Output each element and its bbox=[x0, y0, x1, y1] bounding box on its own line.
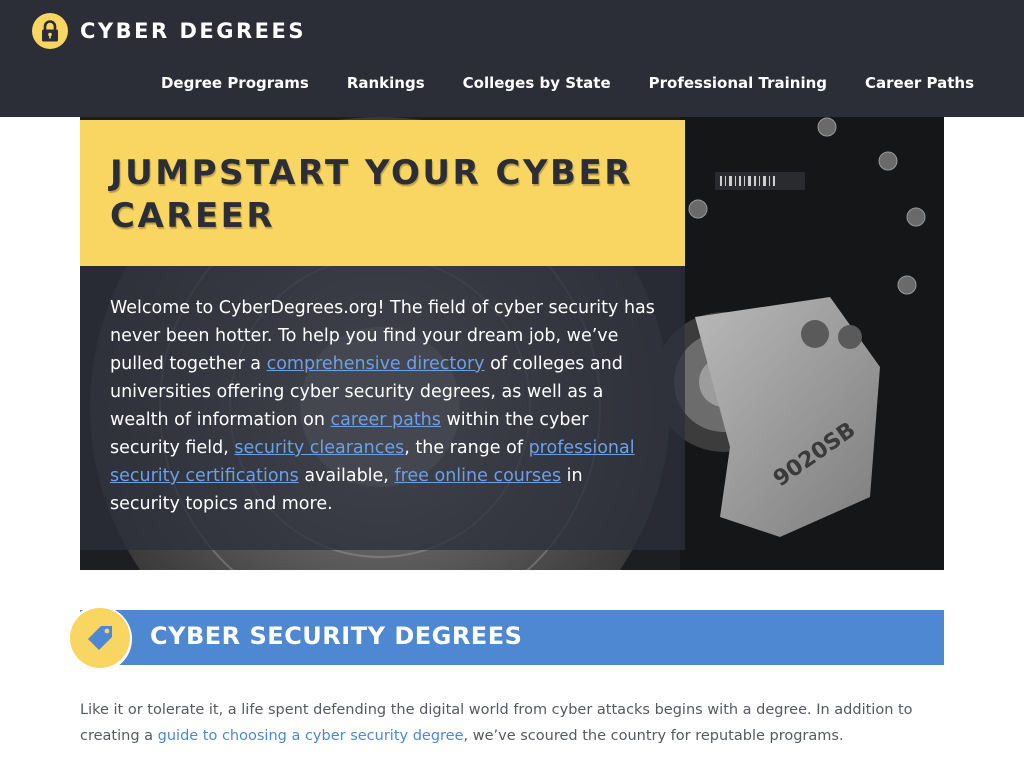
section-title: CYBER SECURITY DEGREES bbox=[150, 622, 523, 650]
hero-title-box: JUMPSTART YOUR CYBER CAREER bbox=[80, 120, 685, 266]
link-free-online-courses[interactable]: free online courses bbox=[394, 466, 561, 486]
link-comprehensive-directory[interactable]: comprehensive directory bbox=[267, 354, 485, 374]
site-header: CYBER DEGREES Degree Programs Rankings C… bbox=[0, 0, 1024, 117]
nav-degree-programs[interactable]: Degree Programs bbox=[161, 74, 309, 92]
padlock-icon bbox=[32, 13, 68, 49]
hero: 9020SB JUMPSTART YOUR CYBER CAREER Welco… bbox=[80, 117, 944, 570]
tag-icon bbox=[70, 608, 130, 668]
link-guide-choosing-degree[interactable]: guide to choosing a cyber security degre… bbox=[158, 728, 464, 744]
hero-title: JUMPSTART YOUR CYBER CAREER bbox=[110, 153, 633, 236]
hero-body-box: Welcome to CyberDegrees.org! The field o… bbox=[80, 266, 685, 550]
link-security-clearances[interactable]: security clearances bbox=[234, 438, 404, 458]
main-nav: Degree Programs Rankings Colleges by Sta… bbox=[123, 74, 974, 92]
nav-colleges-by-state[interactable]: Colleges by State bbox=[463, 74, 611, 92]
link-career-paths[interactable]: career paths bbox=[331, 410, 441, 430]
brand[interactable]: CYBER DEGREES bbox=[32, 13, 306, 49]
nav-rankings[interactable]: Rankings bbox=[347, 74, 425, 92]
brand-name: CYBER DEGREES bbox=[80, 19, 306, 43]
nav-career-paths[interactable]: Career Paths bbox=[865, 74, 974, 92]
hero-intro-text: Welcome to CyberDegrees.org! The field o… bbox=[110, 298, 655, 514]
nav-professional-training[interactable]: Professional Training bbox=[649, 74, 827, 92]
section-intro-text: Like it or tolerate it, a life spent def… bbox=[80, 702, 913, 744]
